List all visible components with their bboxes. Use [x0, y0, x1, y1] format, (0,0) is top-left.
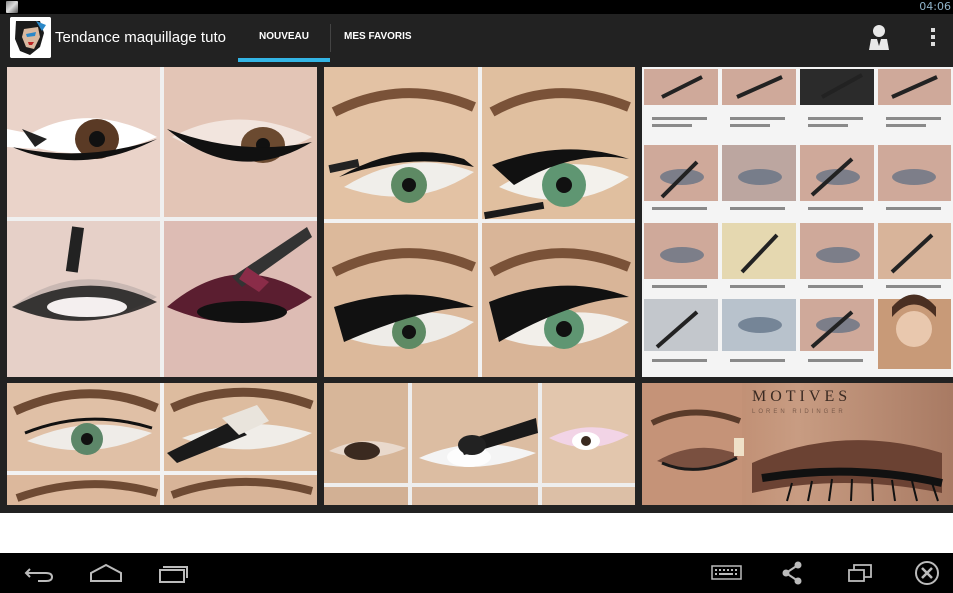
content-padding — [0, 513, 953, 553]
notification-icon — [6, 1, 18, 13]
action-bar: Tendance maquillage tuto NOUVEAU MES FAV… — [0, 14, 953, 62]
app-title: Tendance maquillage tuto — [55, 29, 226, 46]
tab-mes-favoris-label: MES FAVORIS — [344, 31, 412, 42]
status-bar: 04:06 — [0, 0, 953, 14]
makeup-image-icon — [642, 67, 953, 377]
brand-text: MOTIVES — [752, 388, 851, 405]
close-button[interactable] — [907, 553, 947, 593]
profile-icon — [869, 25, 889, 50]
tab-nouveau-label: NOUVEAU — [258, 31, 309, 42]
makeup-image-icon — [7, 67, 317, 377]
window-button[interactable] — [840, 553, 880, 593]
brand-subtext: LOREN RIDINGER — [752, 409, 846, 415]
overflow-menu-button[interactable] — [920, 22, 946, 54]
tab-mes-favoris[interactable]: MES FAVORIS — [331, 14, 423, 62]
tab-nouveau[interactable]: NOUVEAU — [238, 14, 330, 62]
recent-apps-button[interactable] — [152, 553, 192, 593]
status-clock: 04:06 — [919, 0, 951, 13]
gallery-tile-2[interactable] — [324, 67, 635, 377]
makeup-image-icon — [324, 67, 635, 377]
window-icon — [848, 564, 872, 582]
makeup-image-icon — [324, 383, 635, 505]
profile-button[interactable] — [862, 22, 896, 54]
home-button[interactable] — [86, 553, 126, 593]
app-logo-icon[interactable] — [10, 17, 51, 58]
makeup-image-icon: MOTIVES LOREN RIDINGER — [642, 383, 953, 505]
keyboard-button[interactable] — [706, 553, 746, 593]
navigation-bar — [0, 553, 953, 593]
app-screen: 04:06 Tendance maquillage tuto NOUVEAU M… — [0, 0, 953, 593]
gallery-tile-4[interactable] — [7, 383, 317, 505]
gallery-tile-6[interactable]: MOTIVES LOREN RIDINGER — [642, 383, 953, 505]
makeup-image-icon — [7, 383, 317, 505]
share-button[interactable] — [772, 553, 812, 593]
image-grid: MOTIVES LOREN RIDINGER — [0, 62, 953, 513]
gallery-tile-1[interactable] — [7, 67, 317, 377]
keyboard-icon — [711, 565, 742, 580]
gallery-tile-5[interactable] — [324, 383, 635, 505]
gallery-area: MOTIVES LOREN RIDINGER — [0, 62, 953, 513]
home-icon — [90, 563, 122, 582]
back-icon — [24, 568, 54, 582]
share-icon — [782, 561, 802, 585]
back-button[interactable] — [20, 553, 60, 593]
close-icon — [915, 561, 939, 585]
gallery-tile-3[interactable] — [642, 67, 953, 377]
recent-apps-icon — [159, 566, 188, 583]
